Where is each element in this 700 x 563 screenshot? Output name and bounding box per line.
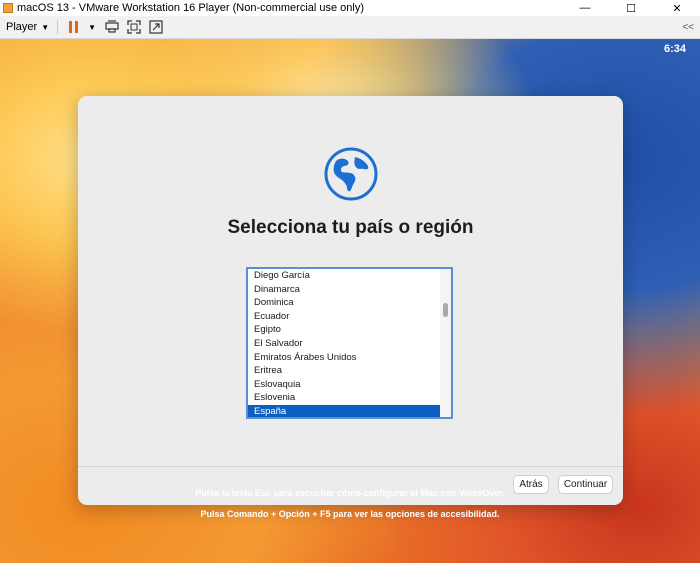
list-item[interactable]: Dominica <box>248 296 441 310</box>
unity-icon[interactable] <box>148 19 164 35</box>
toolbar-divider <box>57 20 59 34</box>
window-title: macOS 13 - VMware Workstation 16 Player … <box>17 2 365 14</box>
setup-assistant-dialog: Selecciona tu país o región Diego García… <box>78 96 623 505</box>
player-menu-label: Player <box>6 21 38 33</box>
dialog-divider <box>78 466 623 467</box>
list-item-selected[interactable]: España <box>248 404 441 417</box>
list-item[interactable]: Ecuador <box>248 310 441 324</box>
player-menu[interactable]: Player ▼ <box>6 21 49 33</box>
minimize-button[interactable]: — <box>562 0 608 16</box>
vmware-toolbar: Player ▼ ▼ << <box>0 16 700 39</box>
dialog-title: Selecciona tu país o región <box>227 217 474 238</box>
maximize-button[interactable]: ☐ <box>608 0 654 16</box>
vmware-app-icon <box>3 3 13 13</box>
voiceover-hint: Pulsa la tecla Esc para escuchar cómo co… <box>195 488 505 498</box>
collapse-toolbar-button[interactable]: << <box>682 22 694 33</box>
fit-window-icon[interactable] <box>126 19 142 35</box>
window-controls: — ☐ ✕ <box>562 0 700 16</box>
window-titlebar: macOS 13 - VMware Workstation 16 Player … <box>0 0 700 16</box>
clock: 6:34 <box>663 43 686 55</box>
scrollbar-thumb[interactable] <box>443 303 448 317</box>
list-item[interactable]: Eritrea <box>248 364 441 378</box>
list-item[interactable]: Eslovaquia <box>248 378 441 392</box>
power-dropdown-icon[interactable]: ▼ <box>88 19 96 35</box>
chevron-down-icon: ▼ <box>41 22 50 32</box>
list-item[interactable]: Diego García <box>248 269 441 283</box>
pause-icon[interactable] <box>66 19 82 35</box>
country-list-items: Diego García Dinamarca Dominica Ecuador … <box>248 269 441 417</box>
close-button[interactable]: ✕ <box>654 0 700 16</box>
globe-icon <box>324 147 378 201</box>
list-item[interactable]: El Salvador <box>248 337 441 351</box>
list-scrollbar[interactable] <box>440 269 451 417</box>
macos-desktop: 6:34 Selecciona tu país o región Diego G… <box>0 39 700 563</box>
list-item[interactable]: Emiratos Árabes Unidos <box>248 351 441 365</box>
country-list[interactable]: Diego García Dinamarca Dominica Ecuador … <box>246 267 453 419</box>
list-item[interactable]: Eslovenia <box>248 391 441 405</box>
devices-icon[interactable] <box>104 19 120 35</box>
accessibility-hint: Pulsa Comando + Opción + F5 para ver las… <box>200 509 500 519</box>
list-item[interactable]: Dinamarca <box>248 283 441 297</box>
list-item[interactable]: Egipto <box>248 323 441 337</box>
